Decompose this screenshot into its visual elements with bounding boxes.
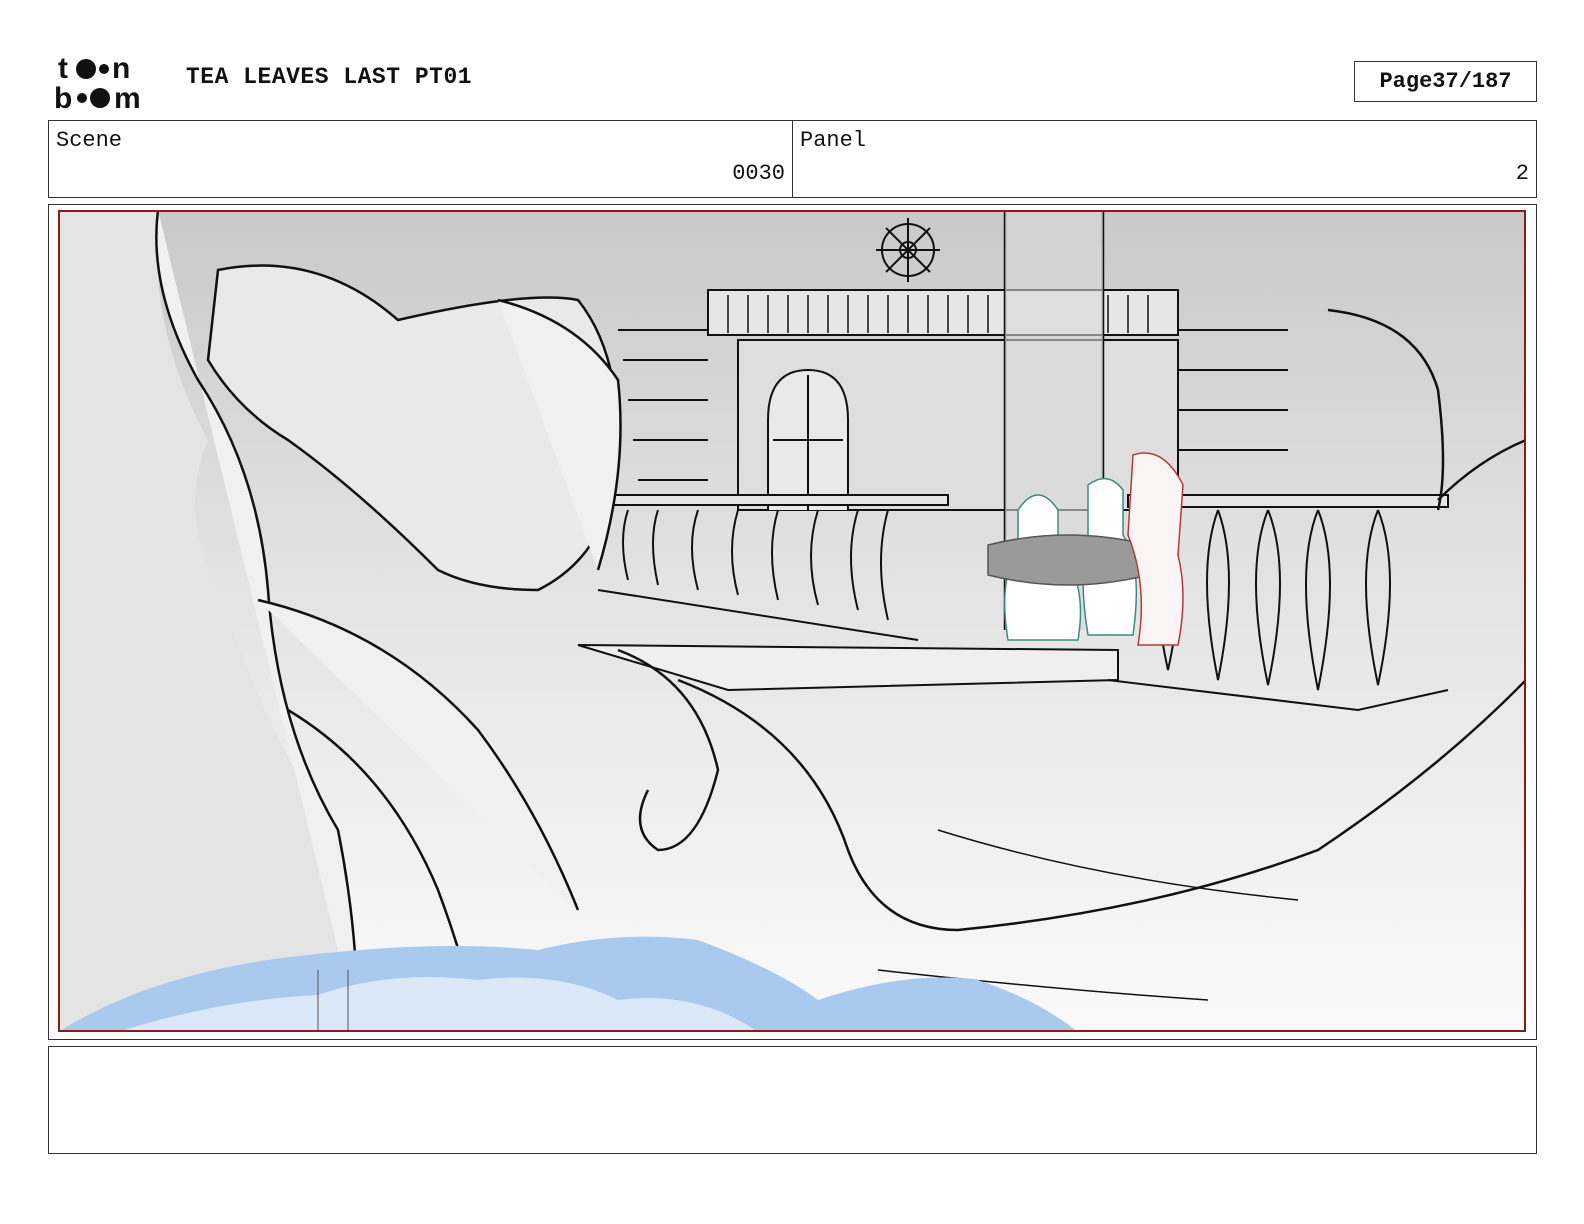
storyboard-drawing [58,210,1526,1032]
panel-cell: Panel 2 [792,121,1536,197]
panel-label: Panel [800,128,867,153]
toon-boom-logo: t n b m [54,52,141,112]
scene-label: Scene [56,128,123,153]
page-label: Page [1379,69,1433,94]
page-indicator: Page 37/187 [1354,61,1537,102]
svg-text:b: b [54,82,72,112]
svg-text:t: t [58,52,68,85]
panel-number: 2 [1515,161,1529,186]
svg-text:m: m [114,82,141,112]
svg-text:n: n [112,52,130,85]
scene-number: 0030 [732,161,785,186]
storyboard-panel [48,204,1537,1040]
document-title: TEA LEAVES LAST PT01 [186,64,473,90]
scene-cell: Scene 0030 [49,121,792,197]
scene-panel-info: Scene 0030 Panel 2 [48,120,1537,198]
page-number: 37/187 [1432,69,1512,94]
notes-box [48,1046,1537,1154]
